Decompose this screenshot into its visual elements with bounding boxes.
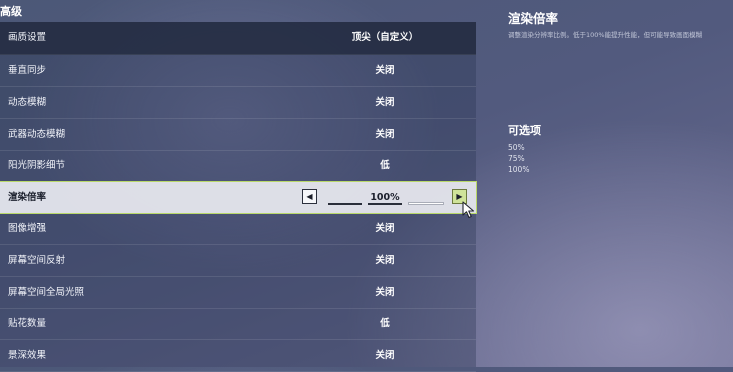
setting-value: 关闭 (375, 350, 395, 361)
setting-row-weapon-motion-blur[interactable]: 武器动态模糊 关闭 (0, 119, 476, 151)
info-title: 渲染倍率 (508, 11, 559, 26)
options-title: 可选项 (508, 124, 541, 137)
setting-label: 图像增强 (8, 223, 47, 234)
setting-label: 垂直同步 (8, 65, 47, 76)
setting-row-depth-of-field[interactable]: 景深效果 关闭 (0, 340, 476, 372)
setting-label: 阳光阴影细节 (8, 160, 66, 171)
step-indicator (328, 203, 362, 205)
setting-row-ssr[interactable]: 屏幕空间反射 关闭 (0, 245, 476, 277)
setting-value: 关闭 (375, 129, 395, 140)
setting-value: 关闭 (375, 65, 395, 76)
setting-value: 低 (380, 318, 390, 329)
setting-label: 屏幕空间反射 (8, 255, 66, 266)
quality-preset-row[interactable]: 画质设置 顶尖（自定义） (0, 22, 476, 55)
setting-value: 关闭 (375, 223, 395, 234)
option-item: 100% (508, 165, 530, 174)
info-description: 调整渲染分辨率比例。低于100%能提升性能，但可能导致画面模糊 (508, 31, 703, 39)
setting-label: 屏幕空间全局光照 (8, 287, 85, 298)
setting-value: 关闭 (375, 255, 395, 266)
option-item: 50% (508, 143, 525, 152)
quality-preset-value: 顶尖（自定义） (351, 32, 419, 43)
chevron-left-icon[interactable]: ◀ (302, 189, 317, 204)
render-scale-value: 100% (370, 192, 400, 203)
quality-preset-label: 画质设置 (8, 32, 47, 43)
setting-row-sun-shadow-detail[interactable]: 阳光阴影细节 低 (0, 150, 476, 182)
setting-value: 低 (380, 160, 390, 171)
setting-row-image-enhance[interactable]: 图像增强 关闭 (0, 213, 476, 245)
option-item: 75% (508, 154, 525, 163)
setting-value: 关闭 (375, 287, 395, 298)
section-title: 高级 (0, 5, 22, 18)
mouse-pointer-icon (462, 201, 475, 219)
setting-row-render-scale[interactable]: 渲染倍率 ◀ 100% ▶ (0, 181, 477, 214)
setting-row-vsync[interactable]: 垂直同步 关闭 (0, 55, 476, 87)
setting-row-decal-count[interactable]: 贴花数量 低 (0, 308, 476, 340)
settings-panel: 画质设置 顶尖（自定义） 垂直同步 关闭 动态模糊 关闭 武器动态模糊 关闭 阳… (0, 22, 477, 372)
setting-label: 武器动态模糊 (8, 129, 66, 140)
setting-label: 渲染倍率 (8, 192, 47, 203)
step-indicator (408, 202, 444, 205)
setting-row-ssgi[interactable]: 屏幕空间全局光照 关闭 (0, 277, 476, 309)
setting-value: 关闭 (375, 97, 395, 108)
setting-label: 景深效果 (8, 350, 47, 361)
setting-label: 贴花数量 (8, 318, 47, 329)
setting-row-motion-blur[interactable]: 动态模糊 关闭 (0, 87, 476, 119)
setting-label: 动态模糊 (8, 97, 47, 108)
